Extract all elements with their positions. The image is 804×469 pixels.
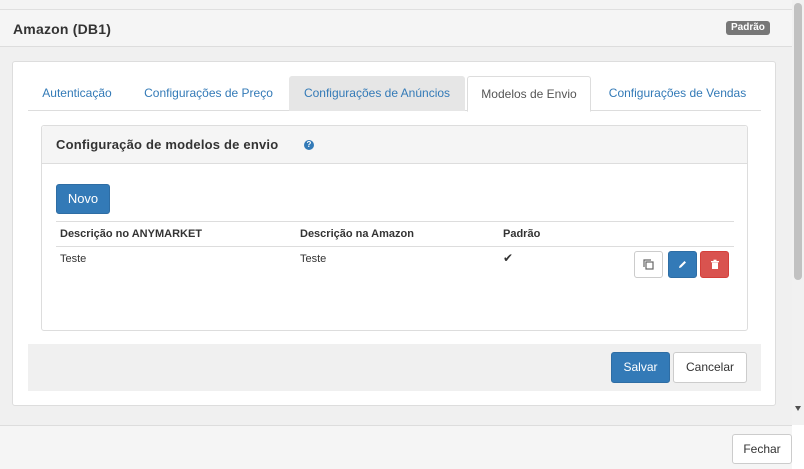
table-header-row: Descrição no ANYMARKET Descrição na Amaz… [56, 221, 734, 247]
header-anymarket: Descrição no ANYMARKET [60, 228, 203, 240]
check-icon: ✔ [503, 251, 514, 265]
row-anymarket-description: Teste [60, 253, 87, 265]
modal-footer [0, 425, 792, 469]
tab-autenticacao[interactable]: Autenticação [28, 76, 126, 111]
edit-button[interactable] [668, 251, 697, 278]
header-amazon: Descrição na Amazon [300, 228, 414, 240]
copy-icon [643, 258, 654, 270]
save-button[interactable]: Salvar [611, 352, 670, 383]
modal-title: Amazon (DB1) [13, 21, 112, 37]
close-button[interactable]: Fechar [732, 434, 792, 464]
vertical-scrollbar[interactable] [792, 0, 804, 425]
pencil-icon [679, 260, 686, 268]
tab-configuracoes-anuncios[interactable]: Configurações de Anúncios [289, 76, 465, 111]
new-button[interactable]: Novo [56, 184, 110, 214]
header-default: Padrão [503, 228, 541, 240]
tab-configuracoes-preco[interactable]: Configurações de Preço [130, 76, 287, 111]
modal-top-edge [0, 0, 792, 10]
tab-configuracoes-vendas[interactable]: Configurações de Vendas [594, 76, 761, 111]
tab-bar: Autenticação Configurações de Preço Conf… [28, 76, 761, 112]
section-title: Configuração de modelos de envio [56, 137, 279, 152]
tab-modelos-envio[interactable]: Modelos de Envio [467, 76, 591, 112]
scroll-down-arrow-icon[interactable] [795, 406, 801, 411]
trash-icon [710, 259, 719, 269]
row-amazon-description: Teste [300, 253, 327, 265]
delete-button[interactable] [700, 251, 729, 278]
copy-button[interactable] [634, 251, 663, 278]
scrollbar-thumb[interactable] [794, 3, 802, 280]
question-circle-icon[interactable]: ? [304, 140, 314, 150]
cancel-button[interactable]: Cancelar [673, 352, 747, 383]
modal-header: Amazon (DB1) Padrão [0, 10, 792, 47]
shipping-models-header: Configuração de modelos de envio ? [42, 126, 747, 164]
modal-dialog: Amazon (DB1) Padrão Autenticação Configu… [0, 0, 792, 469]
default-badge: Padrão [726, 21, 770, 35]
